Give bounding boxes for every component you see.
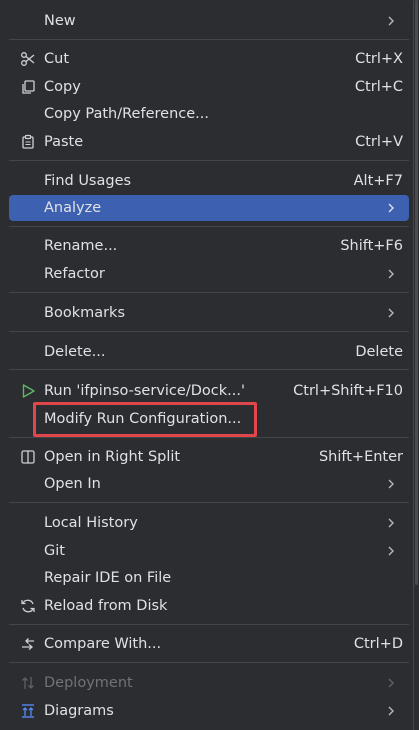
separator	[9, 624, 409, 625]
shortcut-text: Ctrl+Shift+F10	[293, 383, 403, 399]
split-view-icon	[18, 447, 38, 467]
menu-item-open-in[interactable]: Open In	[9, 471, 409, 497]
menu-item-label: Open In	[44, 476, 101, 492]
menu-item-modify-run-configuration[interactable]: Modify Run Configuration...	[9, 406, 409, 432]
separator	[9, 292, 409, 293]
menu-item-label: Git	[44, 543, 65, 559]
menu-item-label: Run 'ifpinso-service/Dock...'	[44, 383, 245, 399]
separator	[9, 662, 409, 663]
menu-item-paste[interactable]: Paste Ctrl+V	[9, 129, 409, 155]
menu-item-reload-from-disk[interactable]: Reload from Disk	[9, 593, 409, 619]
menu-item-label: Repair IDE on File	[44, 570, 172, 586]
scrollbar[interactable]	[414, 0, 419, 730]
deployment-icon	[18, 673, 38, 693]
shortcut-text: Ctrl+C	[354, 79, 403, 95]
context-menu: New Cut Ctrl+X Copy Ctrl+C Copy Path/Ref…	[0, 0, 414, 730]
chevron-right-icon	[388, 479, 394, 489]
shortcut-text: Ctrl+D	[353, 636, 403, 652]
menu-item-bookmarks[interactable]: Bookmarks	[9, 300, 409, 326]
shortcut-text: Ctrl+X	[355, 51, 403, 67]
separator	[9, 437, 409, 438]
menu-item-label: Paste	[44, 134, 84, 150]
shortcut-text: Ctrl+V	[355, 134, 403, 150]
menu-item-label: Modify Run Configuration...	[44, 411, 242, 427]
menu-item-copy-path[interactable]: Copy Path/Reference...	[9, 101, 409, 127]
diagram-icon	[18, 701, 38, 721]
separator	[9, 226, 409, 227]
chevron-right-icon	[388, 308, 394, 318]
scrollbar-thumb[interactable]	[415, 0, 418, 585]
menu-item-label: Refactor	[44, 266, 105, 282]
chevron-right-icon	[388, 706, 394, 716]
shortcut-text: Alt+F7	[353, 173, 403, 189]
menu-item-label: Local History	[44, 515, 138, 531]
menu-item-analyze[interactable]: Analyze	[9, 195, 409, 221]
chevron-right-icon	[388, 203, 394, 213]
scissors-icon	[18, 49, 38, 69]
menu-item-compare-with[interactable]: Compare With... Ctrl+D	[9, 631, 409, 657]
shortcut-text: Shift+F6	[340, 238, 403, 254]
menu-item-run[interactable]: Run 'ifpinso-service/Dock...' Ctrl+Shift…	[9, 378, 409, 404]
shortcut-text: Shift+Enter	[318, 449, 403, 465]
chevron-right-icon	[388, 518, 394, 528]
menu-item-new[interactable]: New	[9, 8, 409, 34]
shortcut-text: Delete	[355, 344, 403, 360]
separator	[9, 160, 409, 161]
separator	[9, 369, 409, 370]
menu-item-cut[interactable]: Cut Ctrl+X	[9, 46, 409, 72]
menu-item-label: Find Usages	[44, 173, 132, 189]
menu-item-refactor[interactable]: Refactor	[9, 261, 409, 287]
clipboard-icon	[18, 132, 38, 152]
chevron-right-icon	[388, 678, 394, 688]
menu-item-label: Bookmarks	[44, 305, 126, 321]
menu-item-label: Delete...	[44, 344, 106, 360]
chevron-right-icon	[388, 546, 394, 556]
menu-item-label: Open in Right Split	[44, 449, 181, 465]
menu-item-label: Rename...	[44, 238, 118, 254]
menu-item-label: Cut	[44, 51, 69, 67]
menu-item-delete[interactable]: Delete... Delete	[9, 339, 409, 365]
menu-item-label: Reload from Disk	[44, 598, 168, 614]
menu-item-label: Analyze	[44, 200, 102, 216]
menu-item-open-right-split[interactable]: Open in Right Split Shift+Enter	[9, 444, 409, 470]
menu-item-repair-ide[interactable]: Repair IDE on File	[9, 565, 409, 591]
menu-item-rename[interactable]: Rename... Shift+F6	[9, 233, 409, 259]
menu-item-copy[interactable]: Copy Ctrl+C	[9, 74, 409, 100]
chevron-right-icon	[388, 269, 394, 279]
reload-icon	[18, 596, 38, 616]
menu-item-diagrams[interactable]: Diagrams	[9, 698, 409, 724]
separator	[9, 331, 409, 332]
copy-icon	[18, 77, 38, 97]
menu-item-label: Deployment	[44, 675, 133, 691]
menu-item-local-history[interactable]: Local History	[9, 510, 409, 536]
menu-item-label: Diagrams	[44, 703, 114, 719]
separator	[9, 502, 409, 503]
menu-item-deployment: Deployment	[9, 670, 409, 696]
separator	[9, 39, 409, 40]
menu-item-label: Compare With...	[44, 636, 162, 652]
run-play-icon	[18, 381, 38, 401]
menu-item-find-usages[interactable]: Find Usages Alt+F7	[9, 168, 409, 194]
menu-item-label: New	[44, 13, 76, 29]
menu-item-label: Copy	[44, 79, 81, 95]
menu-item-label: Copy Path/Reference...	[44, 106, 209, 122]
compare-arrows-icon	[18, 634, 38, 654]
menu-item-git[interactable]: Git	[9, 538, 409, 564]
chevron-right-icon	[388, 16, 394, 26]
